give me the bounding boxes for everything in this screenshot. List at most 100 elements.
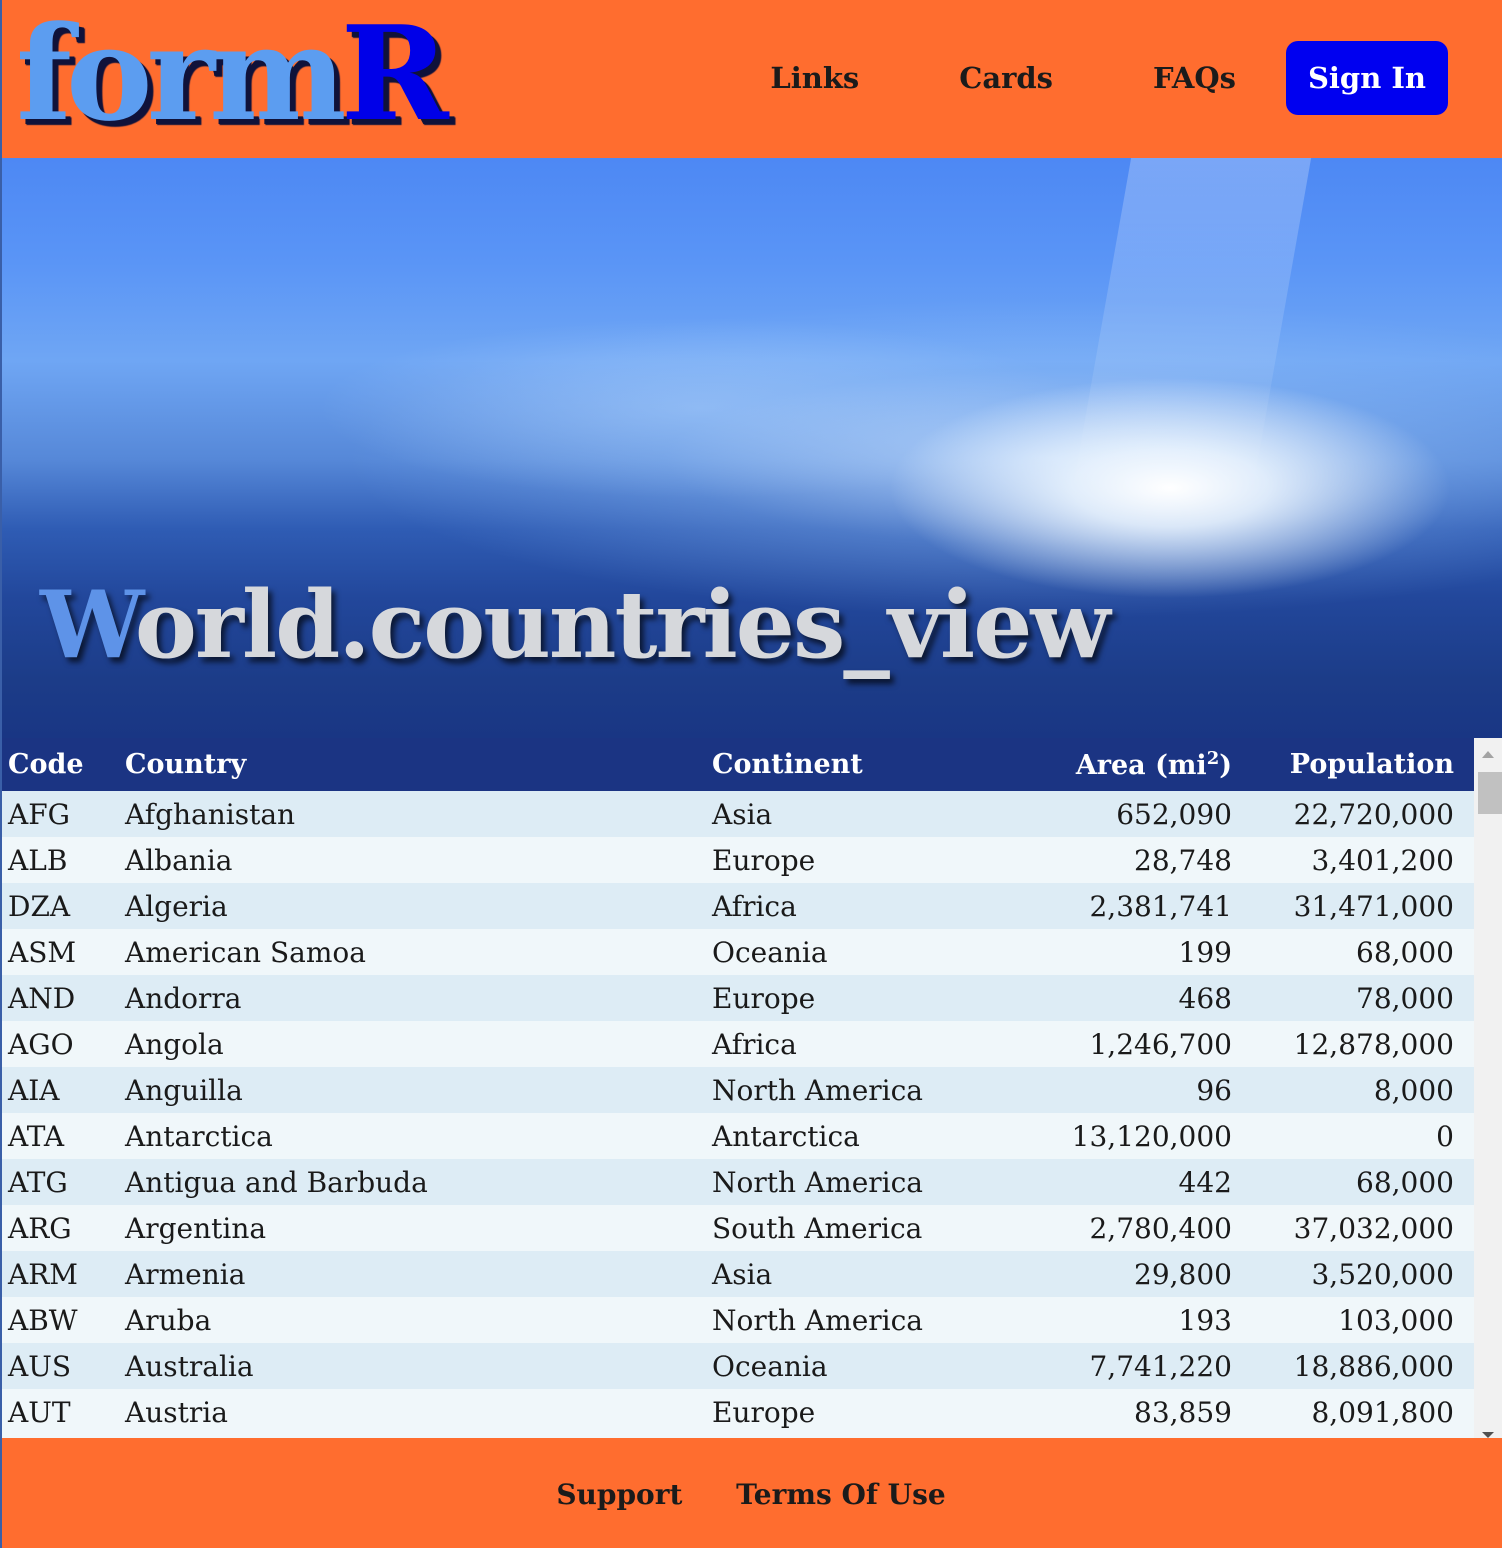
- cell-area: 7,741,220: [1089, 1349, 1232, 1383]
- cell-area: 2,780,400: [1089, 1211, 1232, 1245]
- cell-area: 199: [1178, 935, 1232, 969]
- scrollbar-thumb[interactable]: [1478, 772, 1502, 814]
- logo-text-r: R: [340, 0, 449, 150]
- cell-continent: Europe: [712, 843, 816, 877]
- cell-population: 78,000: [1356, 981, 1454, 1015]
- main-nav: Links Cards FAQs Sign In: [770, 41, 1448, 115]
- cell-continent: North America: [712, 1303, 923, 1337]
- cell-continent: Africa: [712, 1027, 797, 1061]
- cell-code: ATG: [8, 1165, 68, 1199]
- table-row[interactable]: AFG Afghanistan Asia 652,090 22,720,000: [2, 791, 1474, 837]
- cell-continent: North America: [712, 1073, 923, 1107]
- site-footer: Support Terms Of Use: [0, 1438, 1502, 1548]
- logo-text-form: form: [16, 0, 347, 150]
- table-row[interactable]: ATA Antarctica Antarctica 13,120,000 0: [2, 1113, 1474, 1159]
- nav-link-faqs[interactable]: FAQs: [1153, 61, 1236, 95]
- cell-population: 3,401,200: [1311, 843, 1454, 877]
- cell-area: 28,748: [1134, 843, 1232, 877]
- cell-code: AFG: [8, 797, 71, 831]
- cell-country: Antarctica: [125, 1119, 273, 1153]
- table-row[interactable]: ABW Aruba North America 193 103,000: [2, 1297, 1474, 1343]
- cell-code: DZA: [8, 889, 71, 923]
- nav-link-cards[interactable]: Cards: [959, 61, 1053, 95]
- cell-population: 0: [1436, 1119, 1454, 1153]
- page-title-initial: W: [40, 570, 137, 679]
- cell-country: Austria: [125, 1395, 228, 1429]
- table-row[interactable]: DZA Algeria Africa 2,381,741 31,471,000: [2, 883, 1474, 929]
- cell-continent: Asia: [712, 1257, 773, 1291]
- cell-code: ALB: [8, 843, 68, 877]
- table-row[interactable]: ALB Albania Europe 28,748 3,401,200: [2, 837, 1474, 883]
- countries-table-container[interactable]: Code Country Continent Area (mi2) Popula…: [2, 738, 1474, 1438]
- cell-area: 468: [1178, 981, 1232, 1015]
- cell-population: 68,000: [1356, 935, 1454, 969]
- table-row[interactable]: AND Andorra Europe 468 78,000: [2, 975, 1474, 1021]
- page: formR Links Cards FAQs Sign In World.cou…: [0, 0, 1502, 1548]
- cell-continent: Asia: [712, 797, 773, 831]
- table-row[interactable]: ATG Antigua and Barbuda North America 442 68…: [2, 1159, 1474, 1205]
- table-row[interactable]: AIA Anguilla North America 96 8,000: [2, 1067, 1474, 1113]
- sign-in-button[interactable]: Sign In: [1286, 41, 1448, 115]
- cell-area: 442: [1178, 1165, 1232, 1199]
- cell-country: Albania: [125, 843, 233, 877]
- cell-country: Australia: [125, 1349, 254, 1383]
- countries-table: Code Country Continent Area (mi2) Popula…: [2, 738, 1474, 1435]
- cell-population: 12,878,000: [1293, 1027, 1454, 1061]
- cell-code: ARM: [8, 1257, 78, 1291]
- column-header-continent[interactable]: Continent: [706, 738, 966, 791]
- cell-population: 8,000: [1373, 1073, 1454, 1107]
- terms-of-use-link[interactable]: Terms Of Use: [736, 1478, 946, 1511]
- cell-code: ABW: [8, 1303, 78, 1337]
- cell-area: 83,859: [1134, 1395, 1232, 1429]
- table-row[interactable]: ARG Argentina South America 2,780,400 37,032…: [2, 1205, 1474, 1251]
- area-header-close: ): [1219, 750, 1232, 781]
- cell-population: 37,032,000: [1293, 1211, 1454, 1245]
- cell-continent: Europe: [712, 1395, 816, 1429]
- cell-continent: Antarctica: [712, 1119, 860, 1153]
- cell-area: 13,120,000: [1071, 1119, 1232, 1153]
- nav-link-links[interactable]: Links: [770, 61, 859, 95]
- cell-code: AND: [8, 981, 76, 1015]
- cell-country: Afghanistan: [125, 797, 296, 831]
- cell-population: 3,520,000: [1311, 1257, 1454, 1291]
- cell-code: ARG: [8, 1211, 72, 1245]
- cell-country: Antigua and Barbuda: [125, 1165, 428, 1199]
- table-row[interactable]: AUT Austria Europe 83,859 8,091,800: [2, 1389, 1474, 1435]
- area-header-superscript: 2: [1206, 748, 1220, 769]
- formr-logo[interactable]: formR: [16, 4, 449, 144]
- cell-area: 2,381,741: [1089, 889, 1232, 923]
- cell-code: AUS: [8, 1349, 71, 1383]
- cell-code: AGO: [8, 1027, 74, 1061]
- cell-country: Andorra: [125, 981, 242, 1015]
- table-row[interactable]: ARM Armenia Asia 29,800 3,520,000: [2, 1251, 1474, 1297]
- cell-continent: Oceania: [712, 1349, 828, 1383]
- scroll-up-arrow-icon[interactable]: [1482, 751, 1494, 758]
- cell-code: AUT: [8, 1395, 71, 1429]
- column-header-country[interactable]: Country: [119, 738, 706, 791]
- cell-country: Algeria: [125, 889, 228, 923]
- support-link[interactable]: Support: [556, 1478, 682, 1511]
- table-body: AFG Afghanistan Asia 652,090 22,720,000 ALB Al…: [2, 791, 1474, 1435]
- area-header-label: Area (mi: [1075, 750, 1207, 781]
- cell-population: 103,000: [1338, 1303, 1454, 1337]
- cell-area: 1,246,700: [1089, 1027, 1232, 1061]
- cell-country: Armenia: [125, 1257, 246, 1291]
- cell-continent: North America: [712, 1165, 923, 1199]
- hero-banner: World.countries_view: [0, 158, 1502, 738]
- table-row[interactable]: ASM American Samoa Oceania 199 68,000: [2, 929, 1474, 975]
- page-title: World.countries_view: [40, 570, 1110, 679]
- table-scrollbar[interactable]: [1474, 738, 1502, 1438]
- cell-area: 96: [1196, 1073, 1232, 1107]
- cell-continent: Africa: [712, 889, 797, 923]
- table-header-row: Code Country Continent Area (mi2) Popula…: [2, 738, 1474, 791]
- cell-population: 68,000: [1356, 1165, 1454, 1199]
- table-row[interactable]: AUS Australia Oceania 7,741,220 18,886,000: [2, 1343, 1474, 1389]
- cell-continent: Oceania: [712, 935, 828, 969]
- column-header-code[interactable]: Code: [2, 738, 119, 791]
- column-header-population[interactable]: Population: [1252, 738, 1474, 791]
- table-row[interactable]: AGO Angola Africa 1,246,700 12,878,000: [2, 1021, 1474, 1067]
- column-header-area[interactable]: Area (mi2): [966, 738, 1252, 791]
- cell-continent: South America: [712, 1211, 923, 1245]
- footer-links: Support Terms Of Use: [0, 1478, 1502, 1511]
- cell-area: 652,090: [1116, 797, 1232, 831]
